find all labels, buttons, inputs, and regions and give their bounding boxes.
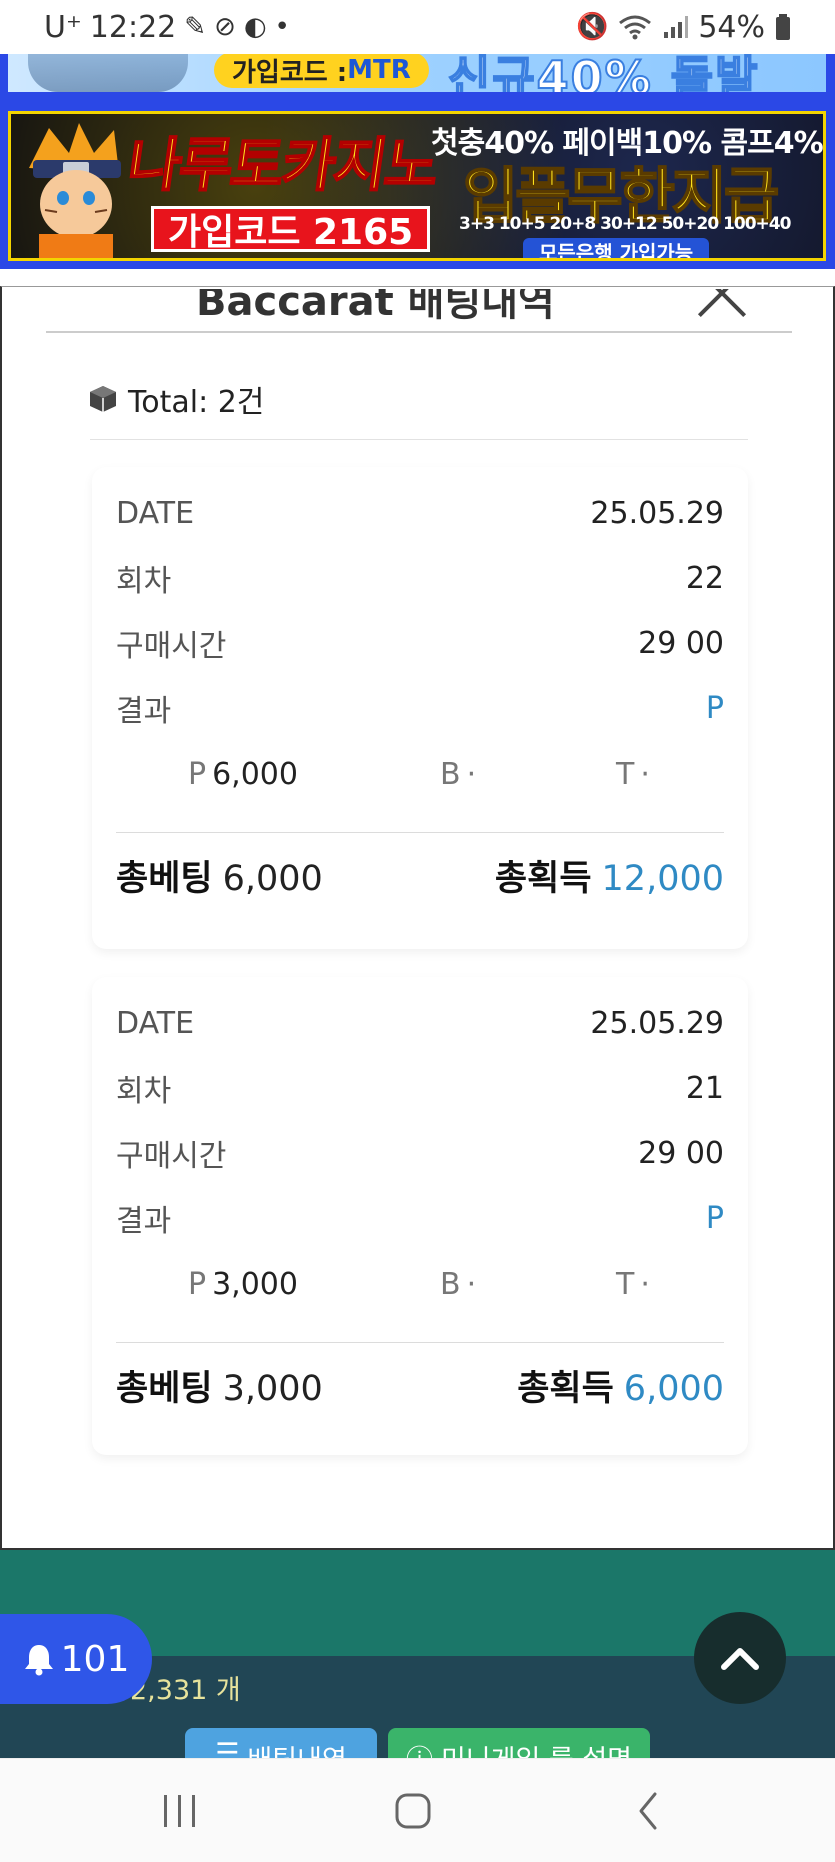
purchase-time-label: 구매시간 — [116, 1139, 227, 1174]
ad-code-value: MTR — [347, 55, 411, 85]
ad-join-code: 가입코드 2165 — [151, 206, 431, 253]
battery-percent: 54% — [698, 9, 765, 45]
chevron-up-icon — [721, 1648, 759, 1670]
wifi-icon — [619, 15, 652, 40]
banker-bet: B · — [440, 757, 477, 792]
total-count: Total: 2건 — [128, 385, 265, 420]
date-label: DATE — [116, 495, 195, 531]
back-button[interactable] — [608, 1781, 688, 1841]
tie-bet: T · — [616, 1267, 650, 1302]
toggle-icon: ◐ — [243, 12, 267, 42]
more-dot-icon: • — [274, 12, 290, 42]
pen-icon: ✎ — [184, 12, 207, 42]
date-row: DATE 25.05.29 — [116, 493, 724, 533]
divider — [90, 439, 748, 440]
system-nav-bar — [0, 1758, 835, 1862]
player-bet: P 6,000 — [188, 757, 298, 792]
back-icon — [639, 1792, 657, 1830]
battery-icon — [776, 14, 790, 40]
result-row: 결과 P — [116, 688, 724, 730]
status-right: 🔇 54% — [576, 10, 791, 45]
total-win: 총획득 12,000 — [494, 858, 724, 899]
card-divider — [116, 832, 724, 833]
pill-icon: ⊘ — [214, 12, 236, 42]
mute-icon: 🔇 — [575, 12, 609, 42]
ad-banner-area[interactable]: 가입코드 : MTR 신규40% 돌발10% 나루토카지노 가입코드 2165 … — [0, 46, 835, 269]
ad-bank-badge: 모든은행 가입가능 — [523, 238, 710, 258]
scroll-top-button[interactable] — [694, 1612, 786, 1704]
result-label: 결과 — [116, 1204, 172, 1239]
round-label: 회차 — [116, 1074, 172, 1109]
close-icon[interactable] — [692, 289, 752, 321]
date-label: DATE — [116, 1005, 195, 1041]
banker-bet: B · — [440, 1267, 477, 1302]
round-value: 22 — [685, 560, 724, 596]
date-value: 25.05.29 — [590, 495, 724, 531]
recent-apps-icon — [164, 1795, 195, 1827]
result-value: P — [705, 1200, 724, 1236]
ad-banner-main[interactable]: 나루토카지노 가입코드 2165 첫충40% 페이백10% 콤프4% 입플무한지… — [8, 111, 826, 261]
home-button[interactable] — [373, 1781, 453, 1841]
purchase-time-row: 구매시간 29 00 — [116, 1133, 724, 1175]
total-win: 총획득 6,000 — [517, 1368, 724, 1409]
ad-code-pill: 가입코드 : MTR — [214, 52, 429, 88]
home-icon — [395, 1793, 431, 1829]
ad-banner-top[interactable]: 가입코드 : MTR 신규40% 돌발10% — [8, 48, 826, 92]
bet-breakdown-row: P 3,000 B · T · — [92, 1267, 748, 1307]
result-value: P — [705, 690, 724, 726]
bet-card: DATE 25.05.29 회차 21 구매시간 29 00 결과 P P 3,0… — [92, 977, 748, 1455]
notification-button[interactable]: 101 — [0, 1614, 152, 1704]
signal-icon — [664, 16, 689, 38]
ad-main-title: 나루토카지노 — [123, 130, 443, 200]
purchase-time-row: 구매시간 29 00 — [116, 623, 724, 665]
bell-icon — [24, 1645, 53, 1676]
card-divider — [116, 1342, 724, 1343]
tie-bet: T · — [616, 757, 650, 792]
summary-row: 총베팅 6,000 총획득 12,000 — [116, 850, 724, 900]
summary-row: 총베팅 3,000 총획득 6,000 — [116, 1360, 724, 1410]
date-row: DATE 25.05.29 — [116, 1003, 724, 1043]
total-bet: 총베팅 3,000 — [116, 1368, 323, 1409]
box-icon — [90, 386, 116, 412]
carrier-label: U⁺ — [44, 9, 82, 45]
ad-code-label: 가입코드 : — [232, 57, 348, 88]
total-row: Total: 2건 — [88, 377, 264, 421]
modal-header: Baccarat 배팅내역 — [46, 289, 792, 333]
status-bar: U⁺ 12:22 ✎ ⊘ ◐ • 🔇 54% — [0, 0, 835, 54]
bet-card: DATE 25.05.29 회차 22 구매시간 29 00 결과 P P 6,0… — [92, 467, 748, 949]
ad-top-promo: 신규40% 돌발10% — [447, 50, 760, 92]
purchase-time-value: 29 00 — [638, 1135, 724, 1171]
player-bet: P 3,000 — [188, 1267, 298, 1302]
result-row: 결과 P — [116, 1198, 724, 1240]
round-row: 회차 22 — [116, 558, 724, 600]
recent-apps-button[interactable] — [140, 1781, 220, 1841]
character-image — [29, 123, 121, 258]
purchase-time-value: 29 00 — [638, 625, 724, 661]
result-label: 결과 — [116, 694, 172, 729]
ad-number-line: 3+3 10+5 20+8 30+12 50+20 100+40 — [459, 214, 791, 234]
notification-count: 101 — [60, 1638, 130, 1680]
status-left: U⁺ 12:22 ✎ ⊘ ◐ • — [44, 10, 290, 45]
ship-image — [28, 48, 188, 92]
bet-breakdown-row: P 6,000 B · T · — [92, 757, 748, 797]
round-label: 회차 — [116, 564, 172, 599]
modal-title: Baccarat 배팅내역 — [196, 289, 555, 325]
clock: 12:22 — [89, 9, 177, 45]
date-value: 25.05.29 — [590, 1005, 724, 1041]
bet-history-modal: Baccarat 배팅내역 Total: 2건 DATE 25.05.29 회차… — [0, 286, 835, 1550]
round-row: 회차 21 — [116, 1068, 724, 1110]
total-bet: 총베팅 6,000 — [116, 858, 323, 899]
round-value: 21 — [685, 1070, 724, 1106]
purchase-time-label: 구매시간 — [116, 629, 227, 664]
